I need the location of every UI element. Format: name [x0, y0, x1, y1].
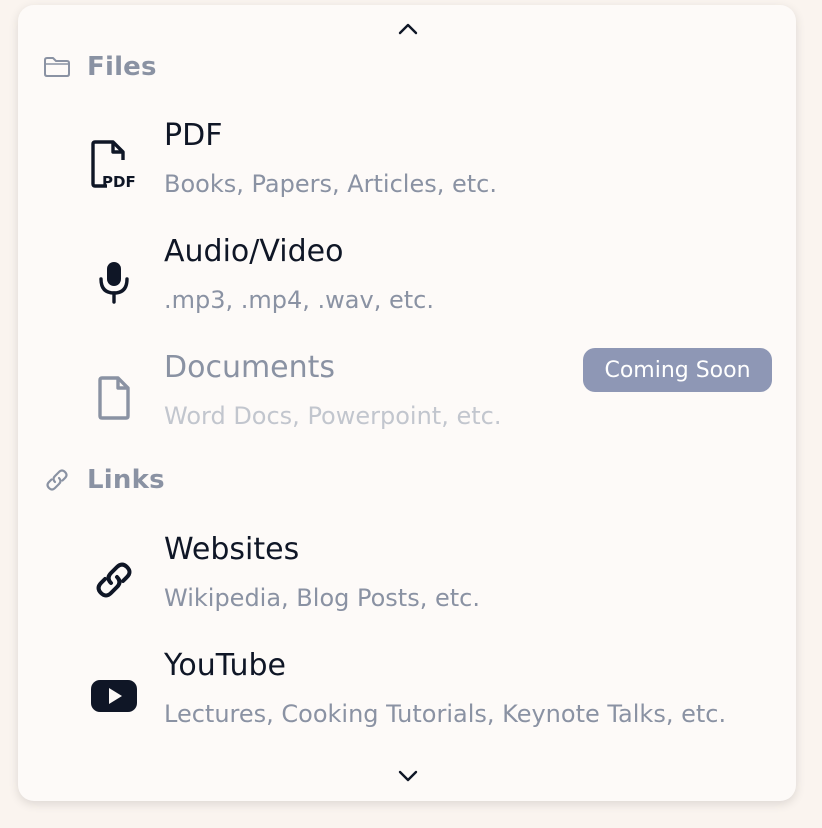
- option-description-pdf: Books, Papers, Articles, etc.: [164, 170, 497, 198]
- option-description-websites: Wikipedia, Blog Posts, etc.: [164, 584, 480, 612]
- option-title-pdf: PDF: [164, 118, 223, 153]
- section-header-links: Links: [42, 464, 165, 496]
- source-option-audio-video[interactable]: Audio/Video .mp3, .mp4, .wav, etc.: [88, 234, 788, 334]
- folder-icon: [42, 52, 72, 82]
- chevron-up-icon: [397, 21, 419, 40]
- option-title-documents: Documents: [164, 350, 336, 385]
- link-icon: [42, 465, 72, 495]
- option-title-audio-video: Audio/Video: [164, 234, 344, 269]
- option-description-documents: Word Docs, Powerpoint, etc.: [164, 402, 502, 430]
- document-icon: [88, 372, 140, 424]
- coming-soon-badge: Coming Soon: [583, 348, 772, 392]
- scroll-up-button[interactable]: [396, 18, 420, 42]
- chevron-down-icon: [397, 768, 419, 787]
- section-label-files: Files: [87, 52, 157, 82]
- youtube-icon: [88, 670, 140, 722]
- option-title-websites: Websites: [164, 532, 300, 567]
- section-label-links: Links: [87, 465, 165, 495]
- svg-text:PDF: PDF: [102, 173, 136, 191]
- section-header-files: Files: [42, 51, 157, 83]
- link-icon: [88, 554, 140, 606]
- option-description-youtube: Lectures, Cooking Tutorials, Keynote Tal…: [164, 700, 727, 728]
- source-option-pdf[interactable]: PDF PDF Books, Papers, Articles, etc.: [88, 118, 788, 218]
- source-option-websites[interactable]: Websites Wikipedia, Blog Posts, etc.: [88, 532, 788, 632]
- option-description-audio-video: .mp3, .mp4, .wav, etc.: [164, 286, 434, 314]
- pdf-file-icon: PDF: [88, 140, 140, 192]
- source-option-youtube[interactable]: YouTube Lectures, Cooking Tutorials, Key…: [88, 648, 788, 748]
- option-title-youtube: YouTube: [164, 648, 286, 683]
- scroll-down-button[interactable]: [396, 765, 420, 789]
- microphone-icon: [88, 256, 140, 308]
- source-type-menu: Files PDF PDF Books, Papers, Articles, e…: [18, 5, 796, 801]
